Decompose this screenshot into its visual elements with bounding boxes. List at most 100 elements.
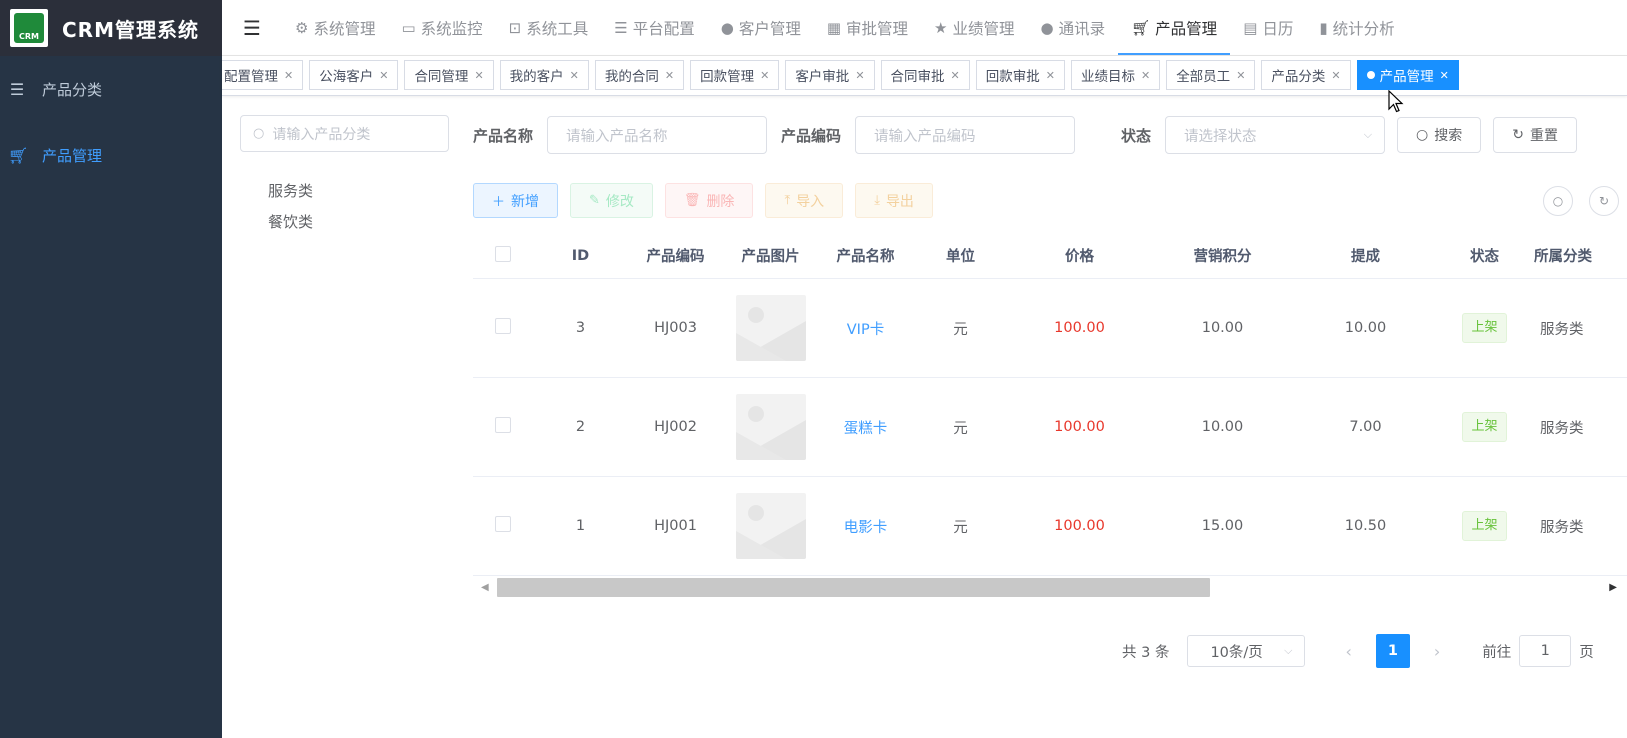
column-header[interactable]: 单位 (913, 245, 1008, 266)
product-name-input[interactable]: 请输入产品名称 (547, 116, 768, 154)
tag-product-category[interactable]: 产品分类 ✕ (1261, 60, 1351, 90)
page-number-current[interactable]: 1 (1375, 634, 1410, 668)
export-button[interactable]: ⤓ 导出 (855, 183, 933, 218)
input-placeholder: 请输入产品名称 (566, 128, 668, 145)
row-checkbox[interactable] (473, 516, 533, 536)
close-icon[interactable]: ✕ (284, 69, 293, 82)
nav-item-product-management[interactable]: 🛒︎ 产品管理 (1118, 0, 1231, 55)
tree-node[interactable]: 餐饮类 (240, 207, 450, 238)
column-header[interactable]: 提成 (1294, 245, 1437, 266)
close-icon[interactable]: ✕ (665, 69, 674, 82)
tag-contract-approval[interactable]: 合同审批 ✕ (880, 60, 970, 90)
close-icon[interactable]: ✕ (1331, 69, 1340, 82)
column-header[interactable]: 产品编码 (628, 245, 723, 266)
cell-name-link[interactable]: 蛋糕卡 (818, 417, 913, 438)
close-icon[interactable]: ✕ (951, 69, 960, 82)
column-header[interactable]: 产品图片 (723, 245, 818, 266)
cell-name-link[interactable]: 电影卡 (818, 516, 913, 537)
add-button[interactable]: ＋ 新增 (473, 183, 559, 218)
nav-item-system-management[interactable]: ⚙ 系统管理 (282, 0, 388, 55)
close-icon[interactable]: ✕ (1236, 69, 1245, 82)
row-checkbox[interactable] (473, 318, 533, 338)
column-header[interactable]: ID (533, 248, 628, 264)
close-icon[interactable]: ✕ (474, 69, 483, 82)
search-button[interactable]: ○ 搜索 (1397, 117, 1482, 153)
goto-page-input[interactable]: 1 (1519, 635, 1572, 667)
chevron-down-icon: ⌵ (1363, 128, 1373, 141)
delete-button[interactable]: 🗑︎ 删除 (664, 183, 754, 218)
page-size-select[interactable]: 10条/页 ⌵ (1187, 635, 1306, 667)
row-checkbox[interactable] (473, 417, 533, 437)
close-icon[interactable]: ✕ (570, 69, 579, 82)
tag-all-staff[interactable]: 全部员工 ✕ (1166, 60, 1256, 90)
nav-label: 日历 (1262, 19, 1294, 38)
tag-label: 合同审批 (890, 69, 945, 85)
table-row[interactable]: 3 HJ003 VIP卡 元 100.00 10.00 10.00 上架 服务类 (473, 279, 1627, 378)
close-icon[interactable]: ✕ (1046, 69, 1055, 82)
tag-customer-approval[interactable]: 客户审批 ✕ (785, 60, 875, 90)
nav-item-platform-config[interactable]: ☰ 平台配置 (601, 0, 707, 55)
nav-item-statistics[interactable]: ▮ 统计分析 (1306, 0, 1407, 55)
close-icon[interactable]: ✕ (1440, 69, 1449, 82)
scroll-left-icon[interactable]: ◀ (481, 582, 489, 593)
nav-item-contacts[interactable]: ● 通讯录 (1028, 0, 1119, 55)
image-placeholder-icon[interactable] (735, 493, 806, 559)
tag-payment-management[interactable]: 回款管理 ✕ (690, 60, 780, 90)
cell-name-link[interactable]: VIP卡 (818, 318, 913, 339)
category-search-input[interactable]: ○ 请输入产品分类 (240, 115, 449, 152)
table-row[interactable]: 1 HJ001 电影卡 元 100.00 15.00 10.50 上架 服务类 (473, 477, 1627, 576)
image-placeholder-icon[interactable] (735, 394, 806, 460)
sidebar-item-product-category[interactable]: ☰ 产品分类 (0, 56, 222, 122)
nav-item-calendar[interactable]: ▤ 日历 (1230, 0, 1306, 55)
nav-item-system-tools[interactable]: ⊡ 系统工具 (496, 0, 602, 55)
horizontal-scrollbar[interactable]: ◀ ▶ (473, 576, 1619, 600)
tag-public-customers[interactable]: 公海客户 ✕ (309, 60, 399, 90)
tag-config-management[interactable]: 配置管理 ✕ (222, 60, 304, 90)
table-row[interactable]: 2 HJ002 蛋糕卡 元 100.00 10.00 7.00 上架 服务类 (473, 378, 1627, 477)
nav-item-performance-management[interactable]: ★ 业绩管理 (921, 0, 1027, 55)
tag-performance-target[interactable]: 业绩目标 ✕ (1070, 60, 1161, 90)
prev-page-icon[interactable]: ‹ (1345, 642, 1351, 661)
close-icon[interactable]: ✕ (760, 69, 769, 82)
tag-my-contracts[interactable]: 我的合同 ✕ (594, 60, 685, 90)
status-badge: 上架 (1462, 412, 1507, 442)
active-dot-icon (1366, 71, 1375, 79)
image-placeholder-icon[interactable] (735, 295, 806, 361)
category-tree-panel: ○ 请输入产品分类 服务类 餐饮类 (240, 115, 450, 238)
status-select[interactable]: 请选择状态 ⌵ (1165, 116, 1386, 154)
nav-item-customer-management[interactable]: ● 客户管理 (708, 0, 814, 55)
cell-code: HJ001 (654, 518, 697, 534)
edit-button[interactable]: ✎ 修改 (570, 183, 653, 218)
app-logo: CRM (10, 9, 48, 47)
tag-my-customers[interactable]: 我的客户 ✕ (499, 60, 589, 90)
tag-contract-management[interactable]: 合同管理 ✕ (404, 60, 494, 90)
tag-payment-approval[interactable]: 回款审批 ✕ (975, 60, 1065, 90)
import-button[interactable]: ⤒ 导入 (765, 183, 844, 218)
refresh-icon[interactable]: ↻ (1589, 186, 1619, 216)
hamburger-toggle-icon[interactable]: ☰ (222, 0, 282, 55)
tag-product-management[interactable]: 产品管理 ✕ (1356, 60, 1459, 90)
cell-unit: 元 (953, 420, 968, 437)
cell-status: 上架 (1437, 313, 1532, 343)
column-header[interactable]: 价格 (1008, 245, 1151, 266)
close-icon[interactable]: ✕ (855, 69, 864, 82)
scrollbar-thumb[interactable] (497, 578, 1210, 597)
toggle-search-icon[interactable]: ○ (1543, 186, 1573, 216)
next-page-icon[interactable]: › (1434, 642, 1440, 661)
product-code-input[interactable]: 请输入产品编码 (855, 116, 1076, 154)
tree-node[interactable]: 服务类 (240, 176, 450, 207)
close-icon[interactable]: ✕ (379, 69, 388, 82)
nav-item-system-monitor[interactable]: ▭ 系统监控 (388, 0, 495, 55)
nav-item-approval-management[interactable]: ▦ 审批管理 (814, 0, 921, 55)
scroll-right-icon[interactable]: ▶ (1609, 582, 1617, 593)
column-header[interactable]: 状态 (1437, 245, 1532, 266)
reset-button[interactable]: ↻ 重置 (1493, 117, 1577, 153)
trash-icon: 🗑︎ (683, 193, 701, 208)
column-header[interactable]: 产品名称 (818, 245, 913, 266)
column-header[interactable]: 营销积分 (1151, 245, 1294, 266)
chevron-down-icon: ⌵ (1284, 644, 1293, 657)
sidebar-item-product-management[interactable]: 🛒︎ 产品管理 (0, 122, 222, 188)
close-icon[interactable]: ✕ (1141, 69, 1150, 82)
column-header[interactable]: 所属分类 (1532, 245, 1627, 266)
select-all-checkbox[interactable] (473, 245, 533, 266)
